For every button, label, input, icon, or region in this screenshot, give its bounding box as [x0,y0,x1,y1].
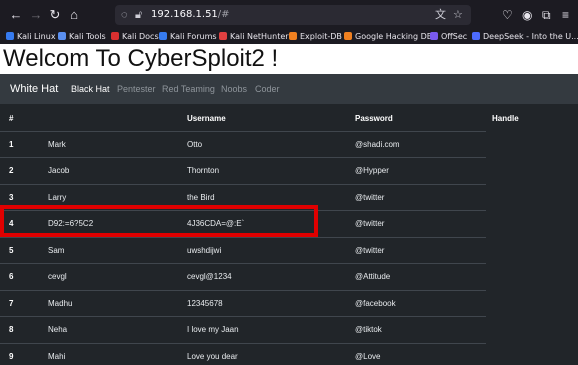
deepseek-icon [472,32,480,40]
table-row: 1 Mark Otto @shadi.com [0,131,486,157]
bookmarks-bar: Kali Linux Kali Tools Kali Docs Kali For… [0,30,578,44]
reload-icon[interactable]: ↻ [47,7,63,23]
highlight-box [0,205,318,237]
shield-icon[interactable]: ◌ [121,8,128,22]
back-icon[interactable]: ← [8,7,24,23]
header-handle: Handle [492,114,519,123]
extensions-icon[interactable]: ⧉ [542,7,551,23]
header-password: Password [355,114,393,123]
translate-icon[interactable]: 文 [435,8,446,22]
table-row: 8 Neha I love my Jaan @tiktok [0,316,486,342]
header-username: Username [187,114,226,123]
table-row: 5 Sam uwshdijwi @twitter [0,237,486,263]
table-row: 9 Mahi Love you dear @Love [0,343,486,365]
nav-red-teaming[interactable]: Red Teaming [162,83,215,95]
lock-icon[interactable]: 🔓︎ [135,8,142,22]
bookmark-kali-nethunter[interactable]: Kali NetHunter [219,30,289,44]
menu-icon[interactable]: ≡ [562,7,569,23]
kali-docs-icon [111,32,119,40]
nav-coder[interactable]: Coder [255,83,280,95]
bookmark-exploit-db[interactable]: Exploit-DB [289,30,342,44]
nav-noobs[interactable]: Noobs [221,83,247,95]
site-navbar: White Hat Black Hat Pentester Red Teamin… [0,74,578,104]
ghdb-icon [344,32,352,40]
exploit-db-icon [289,32,297,40]
bookmark-kali-docs[interactable]: Kali Docs [111,30,159,44]
navbar-brand[interactable]: White Hat [10,81,58,97]
forward-icon[interactable]: → [28,7,44,23]
bookmark-deepseek[interactable]: DeepSeek - Into the U... [472,30,578,44]
nethunter-icon [219,32,227,40]
table-row: 7 Madhu 12345678 @facebook [0,290,486,316]
bookmark-google-hacking-db[interactable]: Google Hacking DB [344,30,432,44]
bookmark-star-icon[interactable]: ☆ [453,8,463,22]
pocket-icon[interactable]: ♡ [502,7,513,23]
header-number: # [9,114,14,123]
home-icon[interactable]: ⌂ [66,7,82,23]
bookmark-kali-tools[interactable]: Kali Tools [58,30,106,44]
table-row: 6 cevgl cevgl@1234 @Attitude [0,263,486,289]
bookmark-offsec[interactable]: OffSec [430,30,467,44]
kali-tools-icon [58,32,66,40]
nav-black-hat[interactable]: Black Hat [71,83,110,95]
offsec-icon [430,32,438,40]
nav-pentester[interactable]: Pentester [117,83,156,95]
page-content: Welcom To CyberSploit2 ! White Hat Black… [0,44,578,365]
browser-toolbar: ← → ↻ ⌂ ◌ 🔓︎ 192.168.1.51/# 文 ☆ ♡ ◉ ⧉ ≡ [0,0,578,30]
bookmark-kali-linux[interactable]: Kali Linux [6,30,56,44]
page-title: Welcom To CyberSploit2 ! [3,45,279,72]
table-row: 2 Jacob Thornton @Hypper [0,157,486,183]
url-bar[interactable]: ◌ 🔓︎ 192.168.1.51/# 文 ☆ [115,5,471,25]
kali-icon [6,32,14,40]
bookmark-kali-forums[interactable]: Kali Forums [159,30,217,44]
kali-forums-icon [159,32,167,40]
account-icon[interactable]: ◉ [522,7,532,23]
url-text[interactable]: 192.168.1.51/# [151,8,230,22]
